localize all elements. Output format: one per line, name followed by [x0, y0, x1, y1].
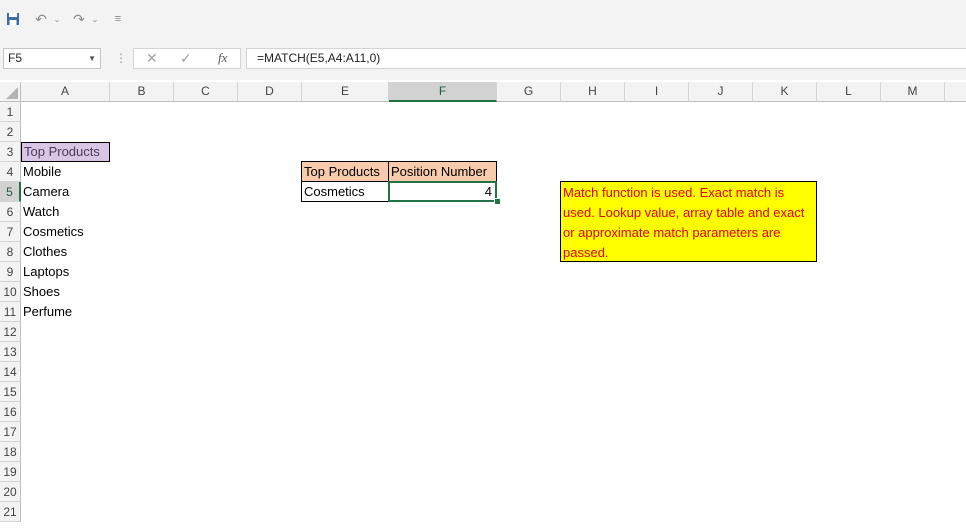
row-header-14[interactable]: 14 — [0, 362, 21, 382]
column-header-k[interactable]: K — [753, 82, 817, 102]
row-header-9[interactable]: 9 — [0, 262, 21, 282]
row-header-21[interactable]: 21 — [0, 502, 21, 522]
formula-buttons: ✕ ✓ fx — [133, 48, 241, 69]
formula-input[interactable]: =MATCH(E5,A4:A11,0) — [246, 48, 966, 69]
cell-a6[interactable]: Watch — [21, 202, 59, 222]
explanation-note[interactable]: Match function is used. Exact match is u… — [560, 181, 817, 262]
row-header-8[interactable]: 8 — [0, 242, 21, 262]
name-box-value: F5 — [8, 51, 23, 65]
cell-a9[interactable]: Laptops — [21, 262, 69, 282]
row-header-3[interactable]: 3 — [0, 142, 21, 162]
column-header-b[interactable]: B — [110, 82, 174, 102]
cell-a3[interactable]: Top Products — [21, 142, 110, 162]
row-header-6[interactable]: 6 — [0, 202, 21, 222]
undo-icon[interactable]: ↶ — [32, 10, 50, 28]
row-header-4[interactable]: 4 — [0, 162, 21, 182]
formula-bar-grip[interactable]: ⋮ — [115, 51, 127, 65]
cell-a11[interactable]: Perfume — [21, 302, 72, 322]
cell-a5[interactable]: Camera — [21, 182, 69, 202]
column-header-partial[interactable] — [945, 82, 966, 102]
enter-icon[interactable]: ✓ — [180, 50, 192, 67]
column-header-e[interactable]: E — [302, 82, 389, 102]
column-header-l[interactable]: L — [817, 82, 881, 102]
column-header-f[interactable]: F — [389, 82, 497, 102]
name-box[interactable]: F5 ▼ — [3, 48, 101, 69]
row-header-7[interactable]: 7 — [0, 222, 21, 242]
cell-a7[interactable]: Cosmetics — [21, 222, 84, 242]
redo-icon[interactable]: ↷ — [70, 10, 88, 28]
row-header-12[interactable]: 12 — [0, 322, 21, 342]
row-header-20[interactable]: 20 — [0, 482, 21, 502]
column-header-a[interactable]: A — [21, 82, 110, 102]
column-header-i[interactable]: I — [625, 82, 689, 102]
redo-dropdown-icon[interactable]: ⌄ — [90, 10, 100, 28]
chevron-down-icon[interactable]: ▼ — [88, 49, 96, 68]
row-header-18[interactable]: 18 — [0, 442, 21, 462]
cell-a4[interactable]: Mobile — [21, 162, 61, 182]
column-header-m[interactable]: M — [881, 82, 945, 102]
column-header-h[interactable]: H — [561, 82, 625, 102]
cell-f4[interactable]: Position Number — [388, 161, 497, 182]
column-header-c[interactable]: C — [174, 82, 238, 102]
customize-qat-icon[interactable]: ≡ — [112, 10, 124, 28]
row-header-15[interactable]: 15 — [0, 382, 21, 402]
column-header-d[interactable]: D — [238, 82, 302, 102]
formula-bar: F5 ▼ ⋮ ✕ ✓ fx =MATCH(E5,A4:A11,0) — [0, 38, 966, 80]
column-header-g[interactable]: G — [497, 82, 561, 102]
row-header-5[interactable]: 5 — [0, 182, 21, 202]
worksheet-grid[interactable]: A B C D E F G H I J K L M 1 2 3 4 5 6 7 … — [0, 80, 966, 529]
cell-a10[interactable]: Shoes — [21, 282, 60, 302]
row-header-16[interactable]: 16 — [0, 402, 21, 422]
cell-a8[interactable]: Clothes — [21, 242, 67, 262]
cell-e4[interactable]: Top Products — [301, 161, 389, 182]
cell-f5-selected[interactable]: 4 — [388, 181, 497, 202]
save-icon[interactable] — [4, 10, 22, 28]
row-header-10[interactable]: 10 — [0, 282, 21, 302]
undo-dropdown-icon[interactable]: ⌄ — [52, 10, 62, 28]
cancel-icon[interactable]: ✕ — [146, 50, 158, 67]
select-all-button[interactable] — [0, 82, 21, 102]
row-header-11[interactable]: 11 — [0, 302, 21, 322]
quick-access-toolbar: ↶ ⌄ ↷ ⌄ ≡ — [0, 0, 966, 38]
row-header-19[interactable]: 19 — [0, 462, 21, 482]
fill-handle[interactable] — [494, 198, 501, 205]
row-header-1[interactable]: 1 — [0, 102, 21, 122]
cell-e5[interactable]: Cosmetics — [301, 181, 389, 202]
insert-function-icon[interactable]: fx — [218, 50, 227, 66]
row-header-2[interactable]: 2 — [0, 122, 21, 142]
row-header-13[interactable]: 13 — [0, 342, 21, 362]
row-header-17[interactable]: 17 — [0, 422, 21, 442]
column-header-j[interactable]: J — [689, 82, 753, 102]
